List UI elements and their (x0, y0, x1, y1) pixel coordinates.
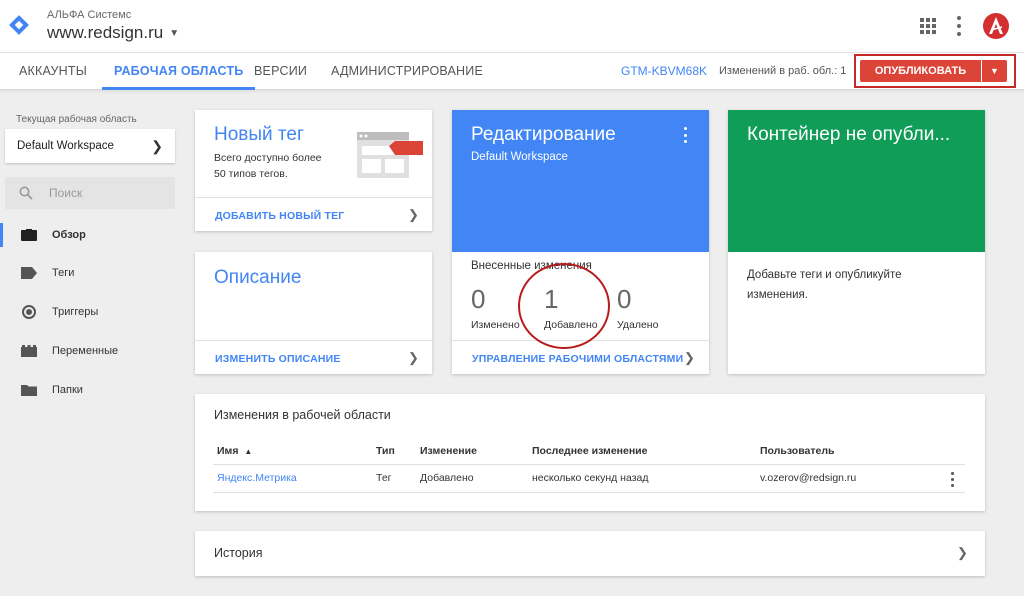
row-user: v.ozerov@redsign.ru (760, 472, 857, 484)
new-tag-card: Новый тег Всего доступно более 50 типов … (195, 110, 432, 231)
chevron-right-icon: ❯ (408, 207, 419, 222)
card-title: Контейнер не опубли... (747, 124, 951, 145)
sidebar-item-label: Переменные (52, 345, 119, 357)
card-title: Новый тег (214, 124, 304, 145)
gtm-logo-icon (9, 15, 29, 35)
tab-admin[interactable]: АДМИНИСТРИРОВАНИЕ (331, 53, 483, 90)
new-tag-illustration-icon (357, 132, 423, 178)
editing-header: Редактирование Default Workspace (452, 110, 709, 252)
account-name: АЛЬФА Системс (47, 9, 132, 21)
chevron-right-icon: ❯ (957, 545, 968, 560)
chevron-right-icon: ❯ (408, 350, 419, 365)
added-highlight-circle (518, 263, 610, 349)
tab-workspace[interactable]: РАБОЧАЯ ОБЛАСТЬ (102, 53, 256, 90)
folder-icon (21, 383, 37, 397)
column-header-type: Тип (376, 445, 395, 457)
card-footer[interactable]: ИЗМЕНИТЬ ОПИСАНИЕ ❯ (195, 340, 432, 374)
sidebar-item-label: Триггеры (52, 306, 99, 318)
add-new-tag-link[interactable]: ДОБАВИТЬ НОВЫЙ ТЕГ (215, 210, 344, 222)
caret-down-icon: ▼ (169, 27, 180, 39)
sidebar-item-label: Теги (52, 267, 75, 279)
modified-label: Изменено (471, 319, 520, 331)
sidebar-item-variables[interactable]: Переменные (0, 339, 180, 363)
deleted-label: Удалено (617, 319, 659, 331)
row-change: Добавлено (420, 472, 474, 484)
briefcase-icon (21, 228, 37, 242)
tag-icon (21, 266, 37, 280)
chevron-down-icon[interactable]: ▼ (982, 60, 1007, 82)
history-title: История (214, 546, 263, 560)
avatar[interactable] (982, 12, 1010, 40)
top-bar: АЛЬФА Системс www.redsign.ru ▼ (0, 0, 1024, 52)
card-title: Описание (214, 267, 302, 288)
workspace-changes-count: Изменений в раб. обл.: 1 (719, 65, 847, 77)
chevron-right-icon: ❯ (151, 138, 163, 154)
column-header-last-change: Последнее изменение (532, 445, 648, 457)
container-selector[interactable]: www.redsign.ru ▼ (47, 23, 179, 43)
column-header-change: Изменение (420, 445, 477, 457)
apps-icon[interactable] (920, 18, 936, 34)
sidebar-item-label: Папки (52, 384, 83, 396)
deleted-count: 0 (617, 284, 632, 314)
container-status-header: Контейнер не опубли... (728, 110, 985, 252)
card-footer[interactable]: ДОБАВИТЬ НОВЫЙ ТЕГ ❯ (195, 197, 432, 231)
edit-description-link[interactable]: ИЗМЕНИТЬ ОПИСАНИЕ (215, 353, 341, 365)
container-id-link[interactable]: GTM-KBVM68K (621, 53, 707, 90)
sort-asc-icon: ▲ (244, 447, 253, 456)
sidebar-item-triggers[interactable]: Триггеры (0, 300, 180, 324)
workspace-name: Default Workspace (17, 140, 114, 152)
sidebar-item-overview[interactable]: Обзор (0, 223, 180, 247)
sidebar-item-folders[interactable]: Папки (0, 378, 180, 402)
card-text-line: изменения. (747, 289, 808, 301)
publish-button[interactable]: ОПУБЛИКОВАТЬ (860, 60, 981, 82)
container-status-card: Контейнер не опубли... Добавьте теги и о… (728, 110, 985, 374)
card-text-line: 50 типов тегов. (214, 168, 288, 180)
more-vert-icon[interactable] (684, 127, 688, 143)
modified-count: 0 (471, 284, 486, 314)
card-text-line: Всего доступно более (214, 152, 322, 164)
chevron-right-icon: ❯ (684, 350, 695, 365)
row-name-link[interactable]: Яндекс.Метрика (217, 472, 297, 484)
column-header-name[interactable]: Имя ▲ (217, 445, 252, 457)
trigger-icon (21, 305, 37, 319)
manage-workspaces-link[interactable]: УПРАВЛЕНИЕ РАБОЧИМИ ОБЛАСТЯМИ (472, 353, 683, 365)
description-card: Описание ИЗМЕНИТЬ ОПИСАНИЕ ❯ (195, 252, 432, 374)
workspace-selector[interactable]: Default Workspace ❯ (5, 129, 175, 163)
more-vert-icon[interactable] (956, 16, 962, 36)
tab-versions[interactable]: ВЕРСИИ (254, 53, 307, 90)
sidebar-item-tags[interactable]: Теги (0, 261, 180, 285)
container-name: www.redsign.ru (47, 23, 164, 42)
history-card[interactable]: История ❯ (195, 531, 985, 576)
card-title: Редактирование (471, 124, 616, 145)
column-header-user: Пользователь (760, 445, 835, 457)
workspace-label: Текущая рабочая область (16, 114, 137, 125)
changes-table-title: Изменения в рабочей области (214, 408, 391, 422)
row-last-change: несколько секунд назад (532, 472, 649, 484)
row-type: Тег (376, 472, 392, 484)
search-input[interactable]: Поиск (5, 177, 175, 209)
table-divider (213, 492, 965, 493)
search-placeholder: Поиск (49, 186, 83, 200)
column-header-label: Имя (217, 445, 239, 457)
row-more-icon[interactable] (951, 472, 955, 487)
table-divider (213, 464, 965, 465)
variables-icon (21, 344, 37, 358)
tab-accounts[interactable]: АККАУНТЫ (19, 53, 87, 90)
workspace-subtitle: Default Workspace (471, 151, 568, 163)
search-icon (19, 186, 33, 200)
sidebar-item-label: Обзор (52, 229, 86, 241)
card-text-line: Добавьте теги и опубликуйте (747, 269, 902, 281)
